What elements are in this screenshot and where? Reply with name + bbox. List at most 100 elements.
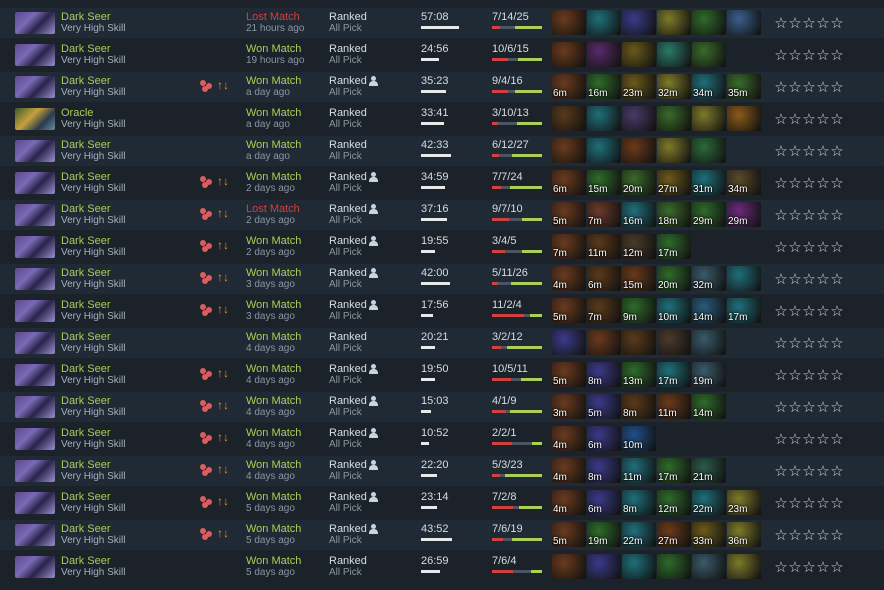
hero-name-link[interactable]: Dark Seer (61, 459, 111, 471)
item-icon[interactable] (587, 106, 621, 131)
star-outline-icon[interactable]: ☆ (802, 368, 816, 383)
match-row[interactable]: Dark Seer Very High Skill ↑↓ Won Match 5 day… (0, 488, 884, 518)
star-outline-icon[interactable]: ☆ (816, 112, 830, 127)
hero-portrait[interactable] (15, 140, 55, 162)
hero-portrait[interactable] (15, 332, 55, 354)
rating-stars[interactable]: ☆☆☆☆☆ (774, 239, 844, 255)
item-icon[interactable]: 12m (622, 234, 656, 259)
hero-portrait[interactable] (15, 524, 55, 546)
star-outline-icon[interactable]: ☆ (774, 432, 788, 447)
item-icon[interactable] (622, 10, 656, 35)
hero-name-link[interactable]: Dark Seer (61, 43, 111, 55)
item-icon[interactable]: 19m (692, 362, 726, 387)
star-outline-icon[interactable]: ☆ (774, 240, 788, 255)
star-outline-icon[interactable]: ☆ (830, 208, 844, 223)
star-outline-icon[interactable]: ☆ (816, 528, 830, 543)
item-icon[interactable]: 10m (622, 426, 656, 451)
item-icon[interactable]: 17m (727, 298, 761, 323)
star-outline-icon[interactable]: ☆ (816, 16, 830, 31)
item-icon[interactable]: 11m (622, 458, 656, 483)
star-outline-icon[interactable]: ☆ (774, 400, 788, 415)
star-outline-icon[interactable]: ☆ (816, 176, 830, 191)
match-result-link[interactable]: Won Match (246, 331, 301, 343)
item-icon[interactable]: 4m (552, 458, 586, 483)
match-result-link[interactable]: Won Match (246, 235, 301, 247)
match-result-link[interactable]: Won Match (246, 523, 301, 535)
item-icon[interactable]: 9m (622, 298, 656, 323)
match-row[interactable]: Dark Seer Very High Skill ↑↓ Won Match 4 day… (0, 456, 884, 486)
hero-name-link[interactable]: Dark Seer (61, 11, 111, 23)
item-icon[interactable]: 20m (622, 170, 656, 195)
item-icon[interactable]: 19m (587, 522, 621, 547)
item-icon[interactable] (727, 554, 761, 579)
star-outline-icon[interactable]: ☆ (802, 528, 816, 543)
hero-name-link[interactable]: Dark Seer (61, 427, 111, 439)
star-outline-icon[interactable]: ☆ (816, 272, 830, 287)
rating-stars[interactable]: ☆☆☆☆☆ (774, 463, 844, 479)
item-icon[interactable] (587, 330, 621, 355)
match-result-link[interactable]: Won Match (246, 171, 301, 183)
match-row[interactable]: Dark Seer Very High Skill Won Match 19 hour… (0, 40, 884, 70)
star-outline-icon[interactable]: ☆ (830, 336, 844, 351)
hero-name-link[interactable]: Dark Seer (61, 267, 111, 279)
hero-name-link[interactable]: Dark Seer (61, 75, 111, 87)
star-outline-icon[interactable]: ☆ (830, 368, 844, 383)
star-outline-icon[interactable]: ☆ (774, 560, 788, 575)
match-row[interactable]: Dark Seer Very High Skill Won Match 5 days … (0, 552, 884, 582)
item-icon[interactable]: 23m (622, 74, 656, 99)
item-icon[interactable]: 4m (552, 266, 586, 291)
item-icon[interactable] (552, 330, 586, 355)
star-outline-icon[interactable]: ☆ (830, 304, 844, 319)
item-icon[interactable]: 12m (657, 490, 691, 515)
hero-name-link[interactable]: Dark Seer (61, 555, 111, 567)
item-icon[interactable] (552, 138, 586, 163)
star-outline-icon[interactable]: ☆ (816, 208, 830, 223)
star-outline-icon[interactable]: ☆ (788, 432, 802, 447)
star-outline-icon[interactable]: ☆ (802, 240, 816, 255)
item-icon[interactable] (692, 330, 726, 355)
rating-stars[interactable]: ☆☆☆☆☆ (774, 175, 844, 191)
item-icon[interactable]: 14m (692, 394, 726, 419)
item-icon[interactable] (692, 106, 726, 131)
rating-stars[interactable]: ☆☆☆☆☆ (774, 79, 844, 95)
rating-stars[interactable]: ☆☆☆☆☆ (774, 367, 844, 383)
item-icon[interactable]: 6m (552, 170, 586, 195)
item-icon[interactable] (657, 106, 691, 131)
match-result-link[interactable]: Won Match (246, 491, 301, 503)
star-outline-icon[interactable]: ☆ (802, 176, 816, 191)
hero-portrait[interactable] (15, 108, 55, 130)
star-outline-icon[interactable]: ☆ (788, 16, 802, 31)
star-outline-icon[interactable]: ☆ (788, 80, 802, 95)
hero-portrait[interactable] (15, 12, 55, 34)
item-icon[interactable]: 34m (727, 170, 761, 195)
item-icon[interactable]: 11m (657, 394, 691, 419)
rating-stars[interactable]: ☆☆☆☆☆ (774, 399, 844, 415)
item-icon[interactable]: 32m (692, 266, 726, 291)
star-outline-icon[interactable]: ☆ (830, 112, 844, 127)
star-outline-icon[interactable]: ☆ (788, 560, 802, 575)
star-outline-icon[interactable]: ☆ (830, 16, 844, 31)
star-outline-icon[interactable]: ☆ (788, 240, 802, 255)
star-outline-icon[interactable]: ☆ (774, 144, 788, 159)
star-outline-icon[interactable]: ☆ (774, 80, 788, 95)
item-icon[interactable]: 27m (657, 170, 691, 195)
item-icon[interactable]: 15m (587, 170, 621, 195)
star-outline-icon[interactable]: ☆ (830, 176, 844, 191)
hero-name-link[interactable]: Dark Seer (61, 491, 111, 503)
item-icon[interactable] (622, 42, 656, 67)
star-outline-icon[interactable]: ☆ (816, 304, 830, 319)
star-outline-icon[interactable]: ☆ (774, 464, 788, 479)
item-icon[interactable] (727, 10, 761, 35)
match-result-link[interactable]: Won Match (246, 75, 301, 87)
star-outline-icon[interactable]: ☆ (774, 48, 788, 63)
star-outline-icon[interactable]: ☆ (774, 208, 788, 223)
star-outline-icon[interactable]: ☆ (788, 48, 802, 63)
hero-portrait[interactable] (15, 556, 55, 578)
star-outline-icon[interactable]: ☆ (802, 48, 816, 63)
star-outline-icon[interactable]: ☆ (774, 368, 788, 383)
star-outline-icon[interactable]: ☆ (774, 336, 788, 351)
item-icon[interactable]: 22m (622, 522, 656, 547)
item-icon[interactable]: 33m (692, 522, 726, 547)
rating-stars[interactable]: ☆☆☆☆☆ (774, 143, 844, 159)
item-icon[interactable]: 5m (552, 362, 586, 387)
